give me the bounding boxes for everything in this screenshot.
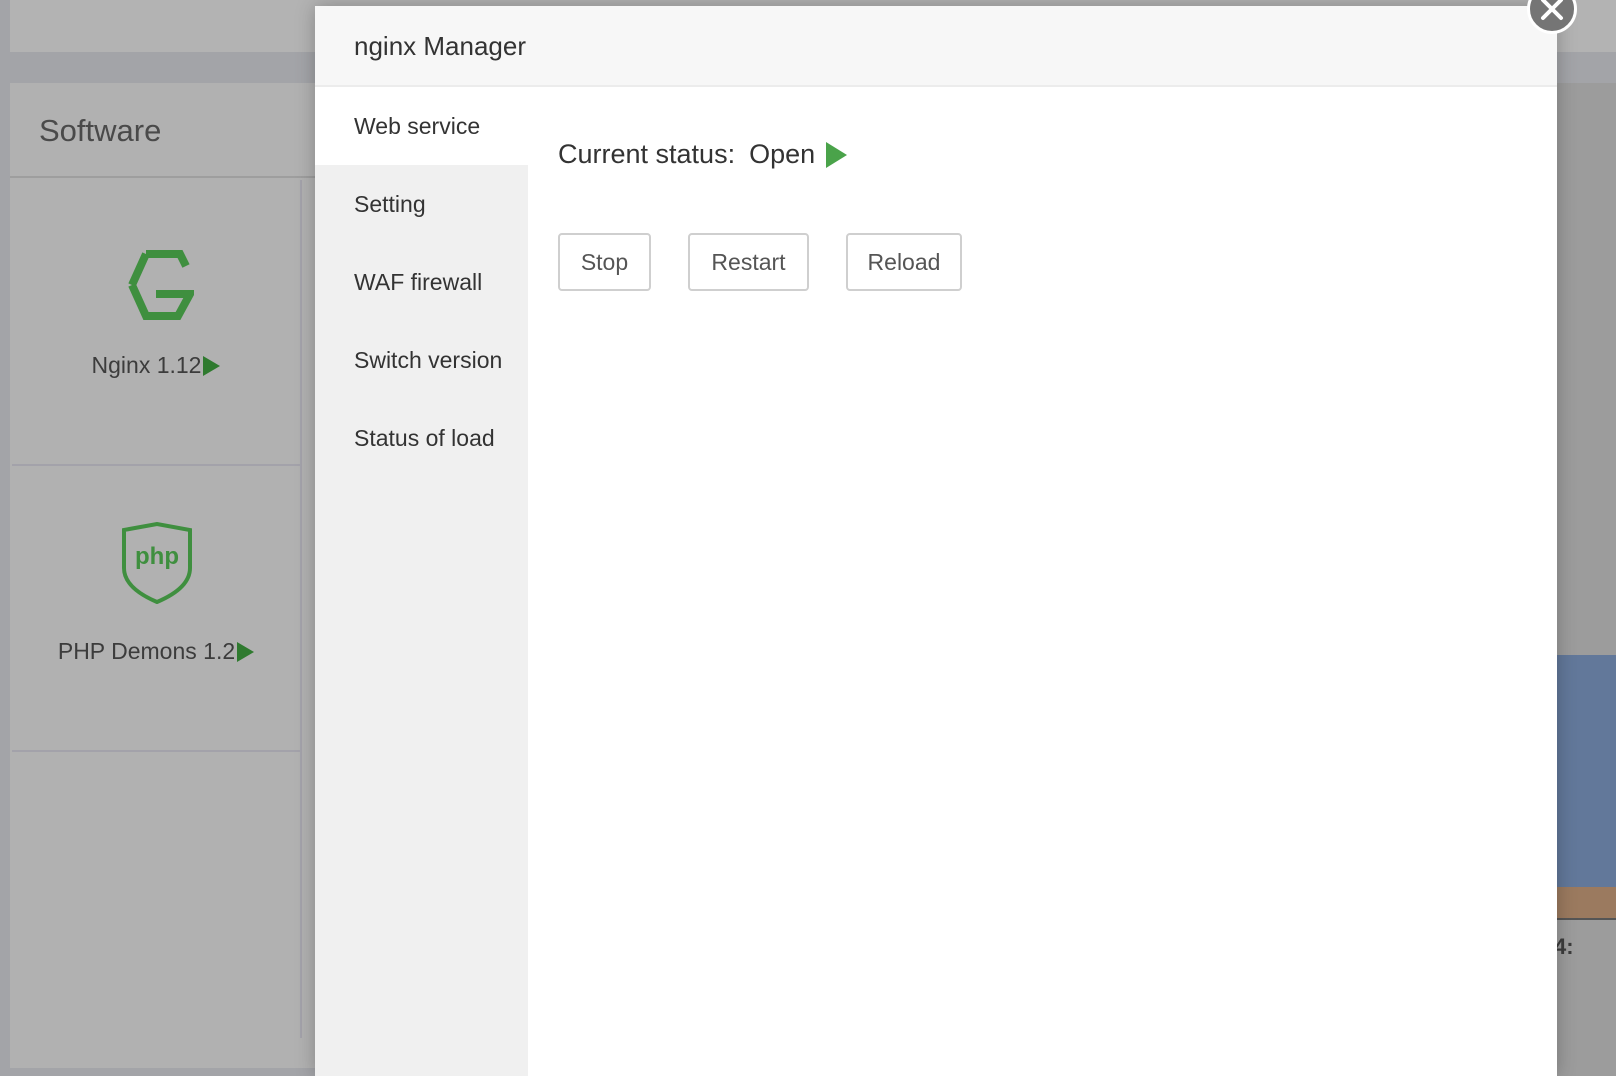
nginx-manager-dialog: nginx Manager Web service Setting WAF fi… (315, 6, 1557, 1076)
play-icon (237, 641, 255, 662)
nav-item-web-service[interactable]: Web service (315, 87, 528, 165)
nav-item-label: Switch version (354, 346, 503, 373)
reload-button[interactable]: Reload (846, 233, 962, 291)
nav-item-switch-version[interactable]: Switch version (315, 321, 528, 399)
nav-item-waf-firewall[interactable]: WAF firewall (315, 243, 528, 321)
nav-item-label: WAF firewall (354, 268, 483, 295)
nginx-logo-icon (128, 250, 194, 320)
software-card-php[interactable]: php PHP Demons 1.2 (12, 466, 302, 752)
software-card-empty (12, 752, 302, 1038)
background-chart-area-brown (1557, 887, 1616, 920)
nav-item-status-of-load[interactable]: Status of load (315, 399, 528, 477)
background-chart-area-blue (1557, 655, 1616, 887)
nav-item-label: Web service (354, 112, 481, 139)
software-panel-title: Software (39, 113, 162, 148)
status-value: Open (749, 139, 816, 169)
web-service-panel: Current status: Open Stop Restart Reload (528, 87, 1557, 1076)
restart-button[interactable]: Restart (688, 233, 809, 291)
dialog-title: nginx Manager (354, 31, 526, 61)
nav-item-label: Status of load (354, 424, 495, 451)
software-card-label: PHP Demons 1.2 (12, 638, 300, 665)
dialog-sidebar-nav: Web service Setting WAF firewall Switch … (315, 87, 528, 1076)
play-icon (203, 355, 221, 376)
software-grid: Nginx 1.12 php PHP Demons 1.2 (12, 180, 302, 1068)
status-label: Current status: (558, 139, 736, 169)
software-card-nginx[interactable]: Nginx 1.12 (12, 180, 302, 466)
background-chart-strip (1557, 83, 1616, 1076)
php-shield-icon: php (122, 522, 192, 604)
software-name: PHP Demons 1.2 (57, 638, 236, 664)
software-name: Nginx 1.12 (91, 352, 202, 378)
software-card-label: Nginx 1.12 (12, 352, 300, 379)
nav-item-label: Setting (354, 190, 426, 217)
dialog-header: nginx Manager (315, 6, 1557, 87)
svg-text:php: php (135, 543, 179, 570)
nav-item-setting[interactable]: Setting (315, 165, 528, 243)
stop-button[interactable]: Stop (558, 233, 651, 291)
running-play-icon (826, 141, 848, 168)
close-icon (1541, 0, 1563, 20)
service-status: Current status: Open (558, 139, 848, 170)
